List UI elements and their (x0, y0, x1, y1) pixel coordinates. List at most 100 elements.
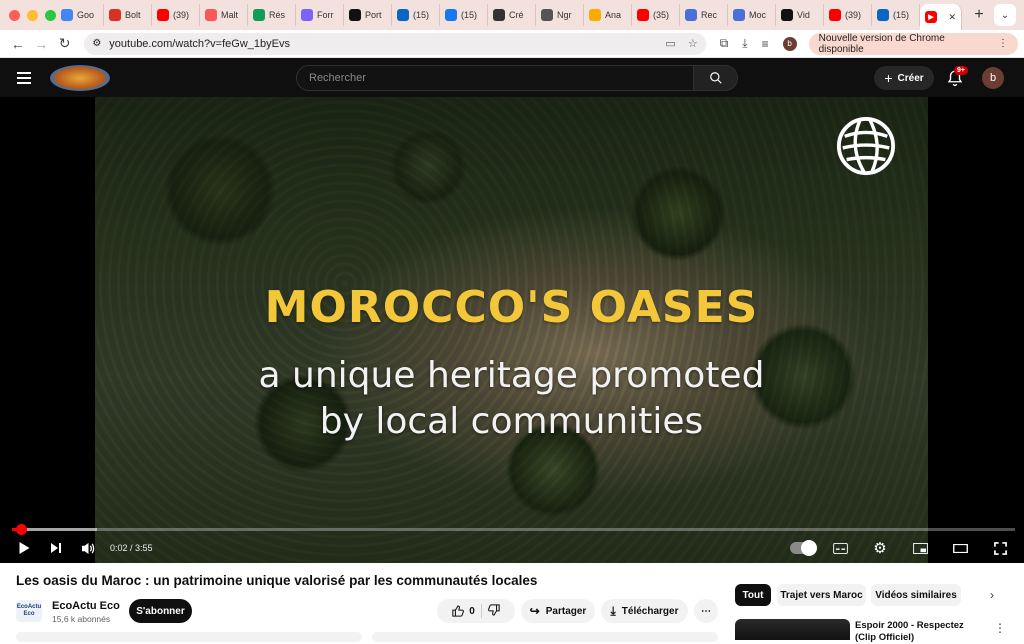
browser-tab-strip: Goo Bolt (39) Malt Rés Forr Port (15) (15) Cré Ngr… (0, 0, 1024, 30)
site-info-icon[interactable]: ⚙ (92, 38, 101, 49)
search-input[interactable]: Rechercher (296, 65, 694, 91)
minimize-window-button[interactable] (27, 9, 38, 21)
theater-mode-button[interactable] (944, 537, 976, 559)
browser-profile-avatar[interactable]: b (782, 36, 797, 51)
chip-similar-videos[interactable]: Vidéos similaires (871, 584, 961, 606)
close-tab-icon[interactable]: ✕ (948, 12, 956, 23)
browser-tab[interactable]: (39) (152, 4, 200, 26)
search-button[interactable] (694, 65, 738, 91)
browser-tab[interactable]: Rés (248, 4, 296, 26)
next-button[interactable] (40, 537, 72, 559)
progress-bar[interactable] (12, 524, 1015, 535)
more-horizontal-icon: ⋯ (701, 605, 711, 617)
miniplayer-button[interactable] (904, 537, 936, 559)
cast-icon[interactable]: ▭ (665, 37, 675, 50)
new-tab-button[interactable]: + (968, 6, 990, 24)
maximize-window-button[interactable] (45, 9, 56, 21)
share-button[interactable]: ↪ Partager (521, 599, 595, 623)
like-button[interactable]: 0 (452, 605, 475, 617)
address-bar[interactable]: ⚙ youtube.com/watch?v=feGw_1byEvs ▭ ☆ (84, 32, 706, 55)
volume-icon (81, 542, 94, 554)
window-controls (0, 9, 56, 21)
browser-tab[interactable]: Ngr (536, 4, 584, 26)
browser-tab[interactable]: (35) (632, 4, 680, 26)
recommendation-thumbnail[interactable] (735, 619, 850, 640)
subtitles-button[interactable] (824, 537, 856, 559)
hamburger-menu-icon[interactable] (0, 71, 48, 84)
chip-all[interactable]: Tout (735, 584, 771, 606)
chevron-right-icon[interactable]: › (982, 585, 1002, 605)
scrubber-handle[interactable] (15, 524, 27, 535)
tab-label: (15) (893, 10, 910, 20)
extensions-icon[interactable]: ⧉ (720, 36, 729, 51)
more-actions-button[interactable]: ⋯ (694, 599, 718, 623)
like-divider (480, 604, 482, 618)
youtube-icon (637, 9, 649, 21)
create-button[interactable]: + Créer (874, 66, 934, 90)
tab-label: (39) (845, 10, 862, 20)
browser-tab[interactable]: Malt (200, 4, 248, 26)
youtube-doodle-logo[interactable] (50, 64, 110, 91)
notion-icon (349, 9, 361, 21)
recommendation-menu-icon[interactable]: ⋮ (994, 621, 1006, 635)
browser-tab[interactable]: Goo (56, 4, 104, 26)
autoplay-toggle[interactable] (790, 540, 817, 556)
openai-icon (493, 9, 505, 21)
tab-search-button[interactable]: ⌄ (994, 4, 1016, 26)
theater-mode-icon (952, 543, 968, 553)
tab-label: (15) (461, 10, 478, 20)
share-label: Partager (545, 605, 587, 617)
subscribe-button[interactable]: S'abonner (129, 599, 192, 623)
bookmark-star-icon[interactable]: ☆ (688, 37, 698, 50)
tab-label: Forr (317, 10, 334, 20)
account-avatar[interactable]: b (982, 67, 1004, 89)
forward-icon[interactable]: → (29, 32, 52, 56)
tab-label: Port (365, 10, 382, 20)
chrome-update-button[interactable]: Nouvelle version de Chrome disponible ⋮ (808, 32, 1018, 55)
browser-tab[interactable]: Cré (488, 4, 536, 26)
back-icon[interactable]: ← (6, 32, 29, 56)
browser-tab[interactable]: (15) (872, 4, 920, 26)
browser-toolbar: ← → ↻ ⚙ youtube.com/watch?v=feGw_1byEvs … (0, 30, 1024, 58)
recommendation-title[interactable]: Espoir 2000 - Respectez (Clip Officiel) (855, 620, 983, 644)
thumbs-up-icon (452, 605, 465, 617)
world-bank-globe-logo (836, 116, 896, 176)
url-text: youtube.com/watch?v=feGw_1byEvs (109, 37, 290, 50)
chip-trajet-vers-maroc[interactable]: Trajet vers Maroc (777, 584, 866, 606)
browser-tab[interactable]: Vid (776, 4, 824, 26)
play-button[interactable] (8, 537, 40, 559)
channel-name[interactable]: EcoActu Eco (52, 600, 120, 612)
close-window-button[interactable] (9, 9, 20, 21)
media-controls-icon[interactable]: ≡ (762, 37, 769, 51)
download-button[interactable]: ⤓ Télécharger (601, 599, 688, 623)
video-title: Les oasis du Maroc : un patrimoine uniqu… (16, 573, 538, 588)
browser-tab[interactable]: Forr (296, 4, 344, 26)
browser-tab[interactable]: Ana (584, 4, 632, 26)
like-count: 0 (469, 605, 475, 617)
linkedin-icon (397, 9, 409, 21)
video-player[interactable]: MOROCCO'S OASES a unique heritage promot… (0, 97, 1024, 563)
settings-button[interactable]: ⚙ (864, 537, 896, 559)
browser-tab-active[interactable]: ▶ ✕ (920, 4, 962, 30)
browser-tab[interactable]: (39) (824, 4, 872, 26)
video-frame[interactable]: MOROCCO'S OASES a unique heritage promot… (95, 97, 928, 563)
browser-tab[interactable]: Bolt (104, 4, 152, 26)
browser-tab[interactable]: Moc (728, 4, 776, 26)
mute-button[interactable] (72, 537, 104, 559)
browser-tab[interactable]: Rec (680, 4, 728, 26)
fullscreen-button[interactable] (984, 537, 1016, 559)
channel-logo[interactable]: EcoActu Eco (16, 600, 42, 622)
tab-label: Bolt (125, 10, 141, 20)
reload-icon[interactable]: ↻ (53, 32, 76, 56)
play-icon (19, 542, 29, 554)
subtitles-icon (832, 542, 848, 554)
downloads-icon[interactable]: ⤓ (742, 36, 747, 51)
linkedin-icon (877, 9, 889, 21)
browser-tab[interactable]: Port (344, 4, 392, 26)
update-label: Nouvelle version de Chrome disponible (818, 32, 945, 55)
notification-badge: 9+ (954, 66, 968, 75)
browser-tab[interactable]: (15) (440, 4, 488, 26)
browser-tab[interactable]: (15) (392, 4, 440, 26)
dislike-button[interactable] (487, 603, 500, 619)
gear-icon: ⚙ (873, 540, 887, 557)
